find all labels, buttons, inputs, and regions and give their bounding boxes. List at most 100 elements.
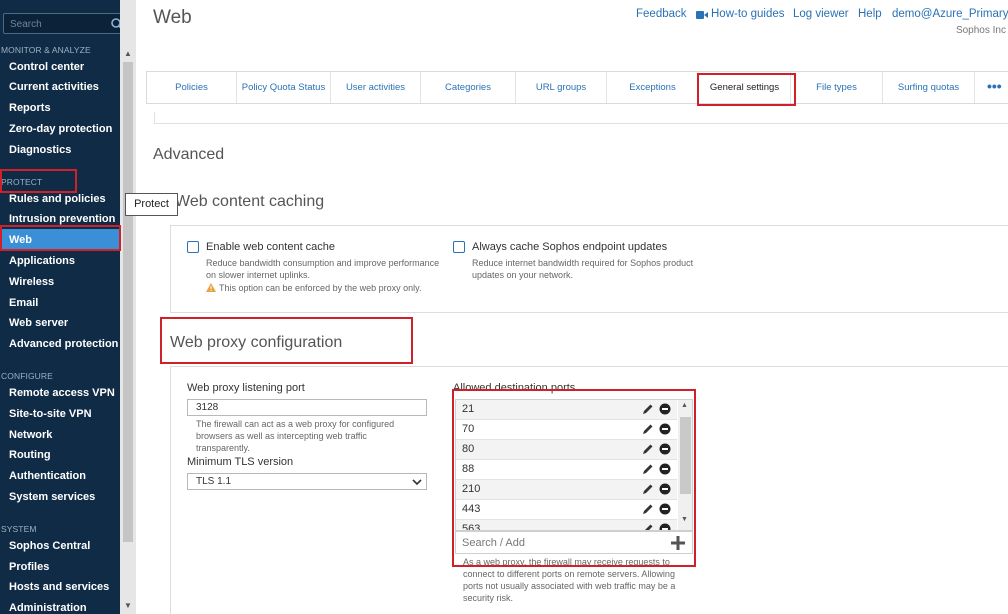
tls-version-select[interactable]: TLS 1.1 [187, 473, 427, 490]
remove-icon[interactable] [659, 443, 671, 455]
listening-help-line: browsers as well as intercepting web tra… [196, 431, 367, 441]
sidebar-search[interactable] [3, 13, 120, 34]
sidebar-item-system-services[interactable]: System services [9, 491, 95, 503]
sidebar-item-zero-day-protection[interactable]: Zero-day protection [9, 123, 112, 135]
feedback-link[interactable]: Feedback [636, 8, 687, 20]
listening-port-help: The firewall can act as a web proxy for … [196, 418, 426, 454]
remove-icon[interactable] [659, 403, 671, 415]
remove-icon[interactable] [659, 523, 671, 531]
more-tabs-icon[interactable]: ••• [987, 72, 1002, 101]
ports-add-row [455, 531, 693, 554]
list-item: 563 [456, 520, 677, 531]
ports-scrollbar[interactable]: ▲ ▼ [678, 400, 692, 530]
sidebar-item-sophos-central[interactable]: Sophos Central [9, 540, 90, 552]
how-to-guides-link[interactable]: How-to guides [711, 8, 785, 20]
sidebar-item-current-activities[interactable]: Current activities [9, 81, 99, 93]
sidebar-item-diagnostics[interactable]: Diagnostics [9, 144, 71, 156]
list-item: 80 [456, 440, 677, 460]
sidebar-item-wireless[interactable]: Wireless [9, 276, 54, 288]
section-protect: PROTECT [1, 177, 43, 187]
scroll-down-icon[interactable]: ▼ [681, 516, 688, 523]
sidebar-item-network[interactable]: Network [9, 429, 52, 441]
sidebar-item-routing[interactable]: Routing [9, 449, 51, 461]
video-camera-icon [696, 11, 708, 19]
port-value: 21 [462, 403, 475, 415]
enable-web-cache-help-line: on slower internet uplinks. [206, 270, 311, 280]
ports-search-add-input[interactable] [462, 535, 662, 551]
port-value: 443 [462, 503, 481, 515]
company-name: Sophos Inc [955, 25, 1006, 36]
tab-content-border [154, 112, 1008, 124]
user-menu[interactable]: demo@Azure_Primary ▼ [892, 8, 1008, 20]
remove-icon[interactable] [659, 423, 671, 435]
port-value: 88 [462, 463, 475, 475]
remove-icon[interactable] [659, 463, 671, 475]
search-input[interactable] [10, 16, 110, 32]
sidebar-item-control-center[interactable]: Control center [9, 61, 84, 73]
tab-policy-quota-status[interactable]: Policy Quota Status [237, 72, 331, 103]
tab-categories[interactable]: Categories [421, 72, 516, 103]
sidebar-item-site-to-site-vpn[interactable]: Site-to-site VPN [9, 408, 92, 420]
scroll-up-icon[interactable]: ▲ [124, 49, 132, 58]
sidebar-item-applications[interactable]: Applications [9, 255, 75, 267]
scroll-down-icon[interactable]: ▼ [124, 601, 132, 610]
pencil-icon[interactable] [642, 463, 654, 475]
sidebar-item-web-server[interactable]: Web server [9, 317, 68, 329]
scroll-up-icon[interactable]: ▲ [681, 402, 688, 409]
tab-url-groups[interactable]: URL groups [516, 72, 607, 103]
listening-help-line: transparently. [196, 443, 250, 453]
tab-bar: Policies Policy Quota Status User activi… [146, 71, 1008, 104]
enable-web-cache-warning: This option can be enforced by the web p… [219, 283, 422, 293]
tab-policies[interactable]: Policies [147, 72, 237, 103]
search-icon[interactable] [110, 17, 120, 31]
sidebar-item-reports[interactable]: Reports [9, 102, 51, 114]
tab-exceptions[interactable]: Exceptions [607, 72, 699, 103]
pencil-icon[interactable] [642, 403, 654, 415]
help-link[interactable]: Help [858, 8, 882, 20]
sidebar-item-advanced-protection[interactable]: Advanced protection [9, 338, 118, 350]
add-icon[interactable] [670, 535, 686, 551]
sidebar-scrollbar[interactable]: ▲ ▼ [120, 0, 136, 614]
tls-version-value: TLS 1.1 [196, 476, 232, 487]
sidebar-item-rules-and-policies[interactable]: Rules and policies [9, 193, 106, 205]
section-system: SYSTEM [1, 524, 37, 534]
proxy-section-title: Web proxy configuration [170, 334, 343, 351]
remove-icon[interactable] [659, 503, 671, 515]
list-item: 443 [456, 500, 677, 520]
sidebar-item-web[interactable]: Web [0, 229, 120, 251]
sidebar-item-administration[interactable]: Administration [9, 602, 87, 614]
section-configure: CONFIGURE [1, 371, 53, 381]
always-cache-help-line: Reduce internet bandwidth required for S… [472, 258, 694, 268]
always-cache-sophos-help: Reduce internet bandwidth required for S… [472, 257, 732, 281]
chevron-down-icon [412, 479, 422, 486]
tab-file-types[interactable]: File types [791, 72, 883, 103]
log-viewer-link[interactable]: Log viewer [793, 8, 849, 20]
sidebar-item-email[interactable]: Email [9, 297, 38, 309]
sidebar-scroll-thumb[interactable] [123, 62, 133, 542]
tab-general-settings[interactable]: General settings [699, 72, 791, 103]
sidebar-item-hosts-and-services[interactable]: Hosts and services [9, 581, 109, 593]
always-cache-sophos-checkbox[interactable] [453, 241, 465, 253]
sidebar-item-authentication[interactable]: Authentication [9, 470, 86, 482]
list-item: 210 [456, 480, 677, 500]
enable-web-cache-help-line: Reduce bandwidth consumption and improve… [206, 258, 440, 268]
enable-web-cache-label: Enable web content cache [206, 241, 336, 253]
ports-scroll-thumb[interactable] [680, 417, 691, 494]
warning-icon [206, 283, 216, 292]
sidebar-item-profiles[interactable]: Profiles [9, 561, 49, 573]
ports-help-line: ports not usually associated with web tr… [463, 581, 676, 591]
pencil-icon[interactable] [642, 443, 654, 455]
sidebar-item-intrusion-prevention[interactable]: Intrusion prevention [9, 213, 115, 225]
pencil-icon[interactable] [642, 523, 654, 531]
tooltip: Protect [125, 193, 178, 216]
pencil-icon[interactable] [642, 483, 654, 495]
pencil-icon[interactable] [642, 503, 654, 515]
tab-surfing-quotas[interactable]: Surfing quotas [883, 72, 975, 103]
sidebar-item-remote-access-vpn[interactable]: Remote access VPN [9, 387, 115, 399]
tab-user-activities[interactable]: User activities [331, 72, 421, 103]
enable-web-cache-checkbox[interactable] [187, 241, 199, 253]
pencil-icon[interactable] [642, 423, 654, 435]
remove-icon[interactable] [659, 483, 671, 495]
advanced-title: Advanced [153, 146, 225, 163]
listening-port-input[interactable]: 3128 [187, 399, 427, 416]
